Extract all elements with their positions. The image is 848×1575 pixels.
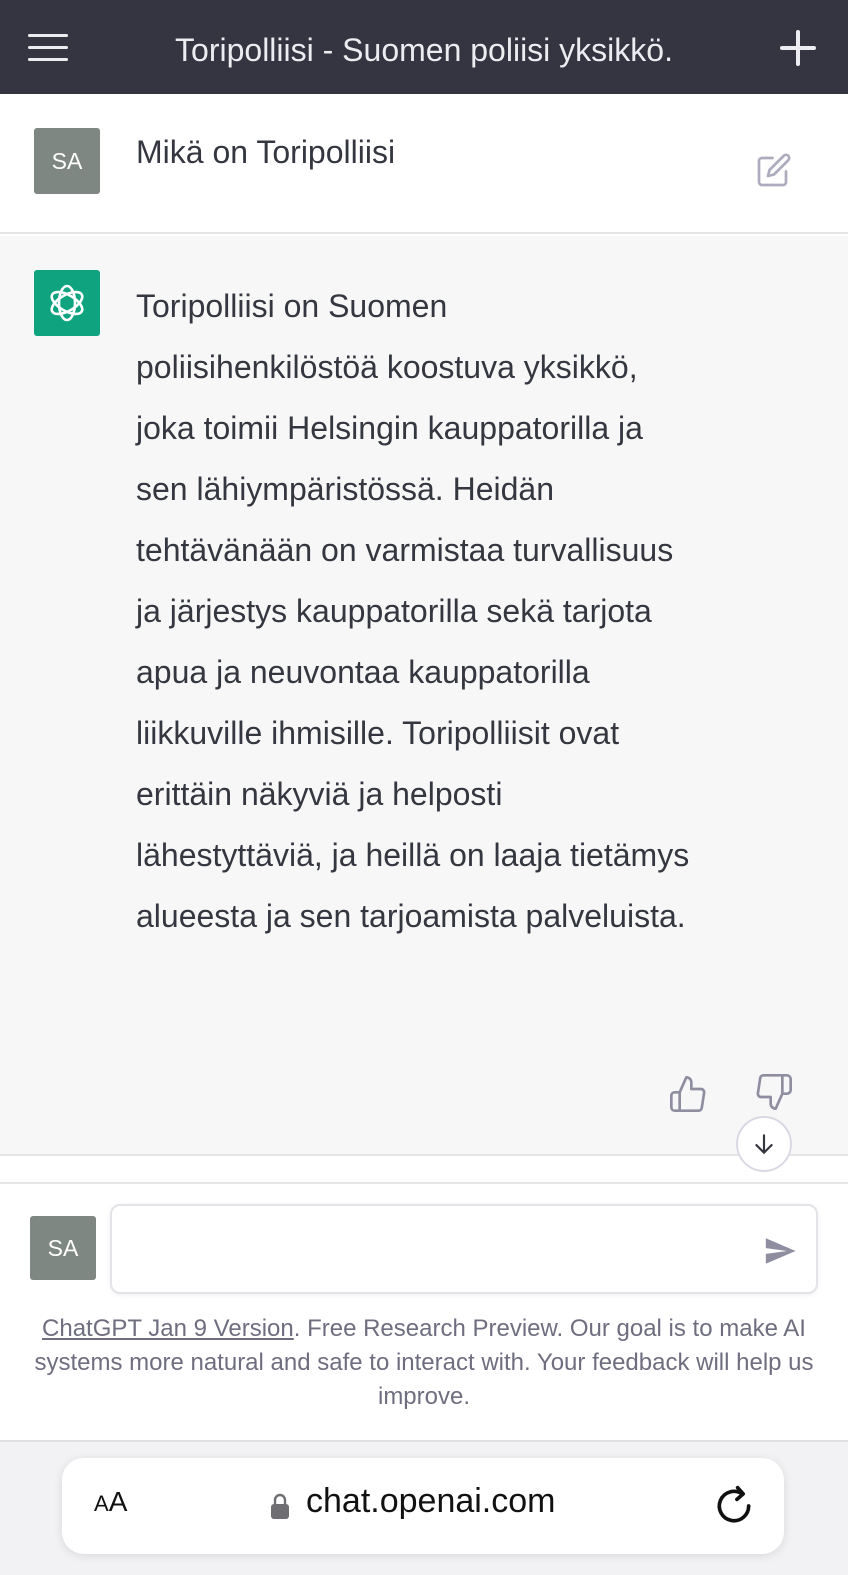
new-chat-button[interactable] xyxy=(778,28,818,68)
thumbs-up-icon[interactable] xyxy=(668,1074,708,1114)
assistant-message-text: Toripolliisi on Suomen poliisihenkilöstö… xyxy=(136,288,690,934)
arrow-down-icon xyxy=(755,1134,773,1154)
send-icon[interactable] xyxy=(762,1234,798,1268)
user-message: SA Mikä on Toripolliisi xyxy=(0,94,848,234)
text-size-small-label: A xyxy=(94,1491,109,1516)
text-size-button[interactable]: AA xyxy=(94,1486,127,1526)
footer-disclaimer: ChatGPT Jan 9 Version. Free Research Pre… xyxy=(30,1312,818,1414)
scroll-to-bottom-button[interactable] xyxy=(736,1116,792,1172)
address-bar[interactable]: AA chat.openai.com xyxy=(62,1458,784,1554)
menu-button[interactable] xyxy=(22,26,74,70)
text-size-large-label: A xyxy=(108,1486,128,1517)
user-avatar: SA xyxy=(34,128,100,194)
reload-icon[interactable] xyxy=(712,1484,756,1528)
hamburger-menu-icon-bar xyxy=(28,46,68,49)
message-input[interactable] xyxy=(128,1228,748,1272)
lock-icon xyxy=(271,1493,289,1519)
browser-toolbar: AA chat.openai.com xyxy=(0,1440,848,1575)
openai-logo-icon xyxy=(50,284,84,322)
version-link[interactable]: ChatGPT Jan 9 Version xyxy=(42,1315,294,1342)
thumbs-down-icon[interactable] xyxy=(754,1072,794,1112)
top-bar: Toripolliisi - Suomen poliisi yksikkö. xyxy=(0,0,848,94)
assistant-avatar xyxy=(34,270,100,336)
composer-user-avatar: SA xyxy=(30,1216,96,1280)
hamburger-menu-icon-bar xyxy=(28,58,68,61)
composer: SA ChatGPT Jan 9 Version. Free Research … xyxy=(0,1182,848,1440)
conversation-title: Toripolliisi - Suomen poliisi yksikkö. xyxy=(175,32,673,68)
message-input-box[interactable] xyxy=(110,1204,818,1294)
user-message-text: Mikä on Toripolliisi xyxy=(136,134,396,170)
url-text[interactable]: chat.openai.com xyxy=(306,1482,556,1521)
hamburger-menu-icon xyxy=(28,34,68,37)
assistant-message: Toripolliisi on Suomen poliisihenkilöstö… xyxy=(0,236,848,1156)
edit-icon[interactable] xyxy=(756,152,792,188)
